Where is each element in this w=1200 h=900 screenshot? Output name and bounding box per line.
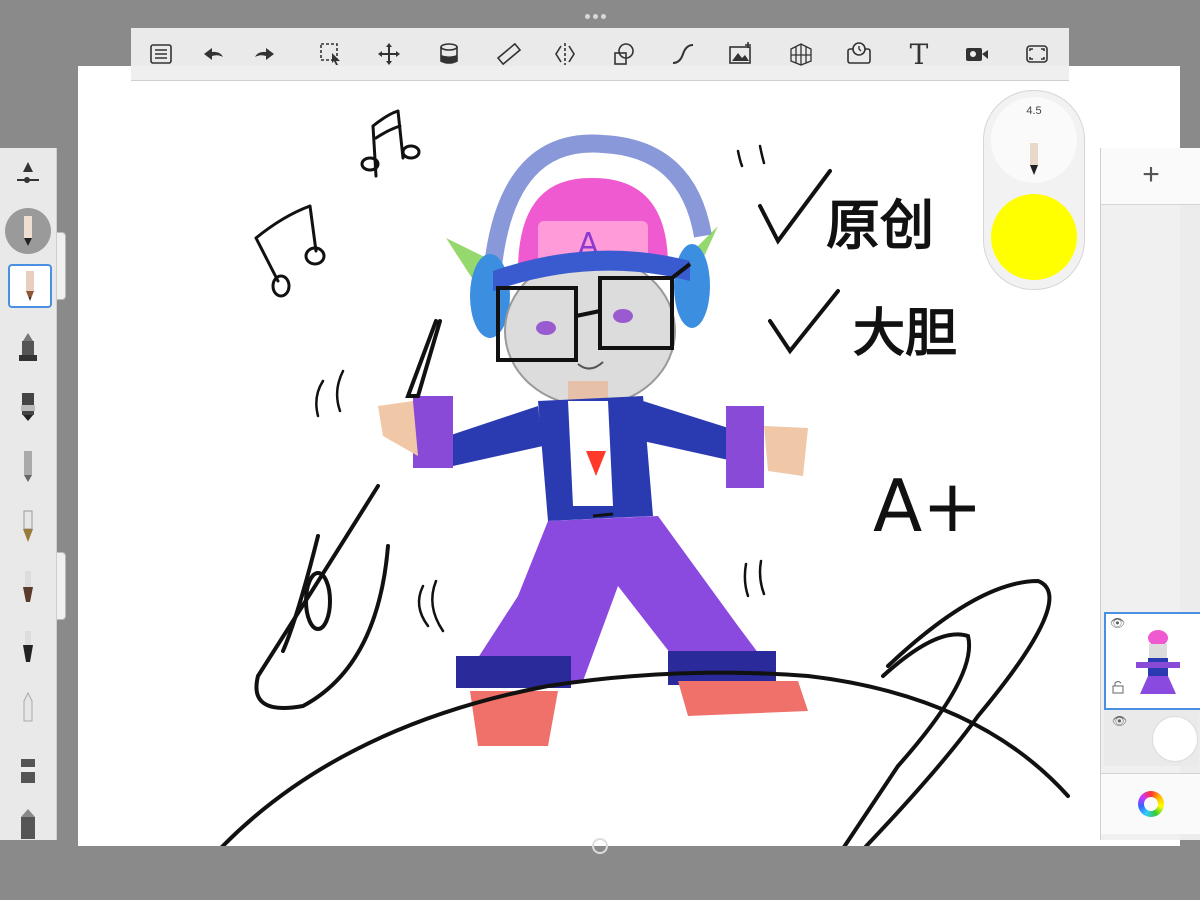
brush-pencil[interactable] xyxy=(8,264,52,308)
brush-size-value: 4.5 xyxy=(1026,105,1042,117)
fill-bucket-icon[interactable] xyxy=(433,38,465,70)
text-icon[interactable]: T xyxy=(903,38,935,71)
eye-icon[interactable]: 👁 xyxy=(1112,714,1127,728)
lock-icon[interactable] xyxy=(1112,680,1124,694)
background-layer[interactable]: 👁 xyxy=(1104,710,1198,766)
move-transform-icon[interactable] xyxy=(373,38,405,70)
brush-airbrush[interactable] xyxy=(8,328,48,368)
brush-chisel[interactable] xyxy=(8,804,48,840)
grade-text: A+ xyxy=(873,464,983,548)
layer-panel: + 👁 👁 xyxy=(1100,148,1200,840)
layer-1-thumbnail[interactable]: 👁 xyxy=(1104,612,1200,710)
word-bold: 大胆 xyxy=(853,304,957,364)
brush-eraser[interactable] xyxy=(8,750,48,790)
guitar-drawing xyxy=(254,319,442,710)
brush-panel-handle-top[interactable] xyxy=(57,232,66,300)
word-original: 原创 xyxy=(826,194,934,257)
brush-pen[interactable] xyxy=(8,506,48,546)
time-lapse-icon[interactable] xyxy=(843,38,875,70)
brush-ballpoint[interactable] xyxy=(8,446,48,486)
symmetry-icon[interactable] xyxy=(549,38,581,70)
shapes-icon[interactable] xyxy=(608,38,640,70)
brush-inkbrush[interactable] xyxy=(8,626,48,666)
brush-marker[interactable] xyxy=(8,386,48,426)
brush-soft-eraser[interactable] xyxy=(8,688,48,728)
perspective-icon[interactable] xyxy=(785,38,817,70)
current-brush-pencil[interactable] xyxy=(5,208,51,254)
handwritten-notes: 原创 大胆 A+ xyxy=(758,169,983,548)
top-toolbar: T xyxy=(131,28,1069,81)
redo-icon[interactable] xyxy=(249,38,281,70)
pencil-icon xyxy=(1030,143,1038,175)
left-earcup xyxy=(470,254,510,338)
ruler-icon[interactable] xyxy=(493,38,525,70)
record-icon[interactable] xyxy=(961,38,993,70)
curve-icon[interactable] xyxy=(667,38,699,70)
brush-puck[interactable]: 4.5 xyxy=(983,90,1085,290)
add-layer-button[interactable]: + xyxy=(1101,148,1200,205)
color-swatch[interactable] xyxy=(991,194,1077,280)
fullscreen-icon[interactable] xyxy=(1021,38,1053,70)
multitask-dots[interactable] xyxy=(585,6,615,19)
undo-icon[interactable] xyxy=(197,38,229,70)
brush-paintbrush[interactable] xyxy=(8,566,48,606)
menu-icon[interactable] xyxy=(145,38,177,70)
home-indicator xyxy=(592,838,608,854)
color-editor-button[interactable] xyxy=(1101,773,1200,834)
brush-library xyxy=(0,148,57,840)
right-earcup xyxy=(674,244,710,328)
color-wheel-icon xyxy=(1138,791,1164,817)
music-notes-drawing xyxy=(254,109,421,298)
background-color-circle[interactable] xyxy=(1152,716,1198,762)
brush-properties-icon[interactable] xyxy=(8,158,48,192)
add-image-icon[interactable] xyxy=(725,38,757,70)
brush-panel-handle-bottom[interactable] xyxy=(57,552,66,620)
ground-drawing xyxy=(220,578,1070,846)
select-icon[interactable] xyxy=(315,38,347,70)
